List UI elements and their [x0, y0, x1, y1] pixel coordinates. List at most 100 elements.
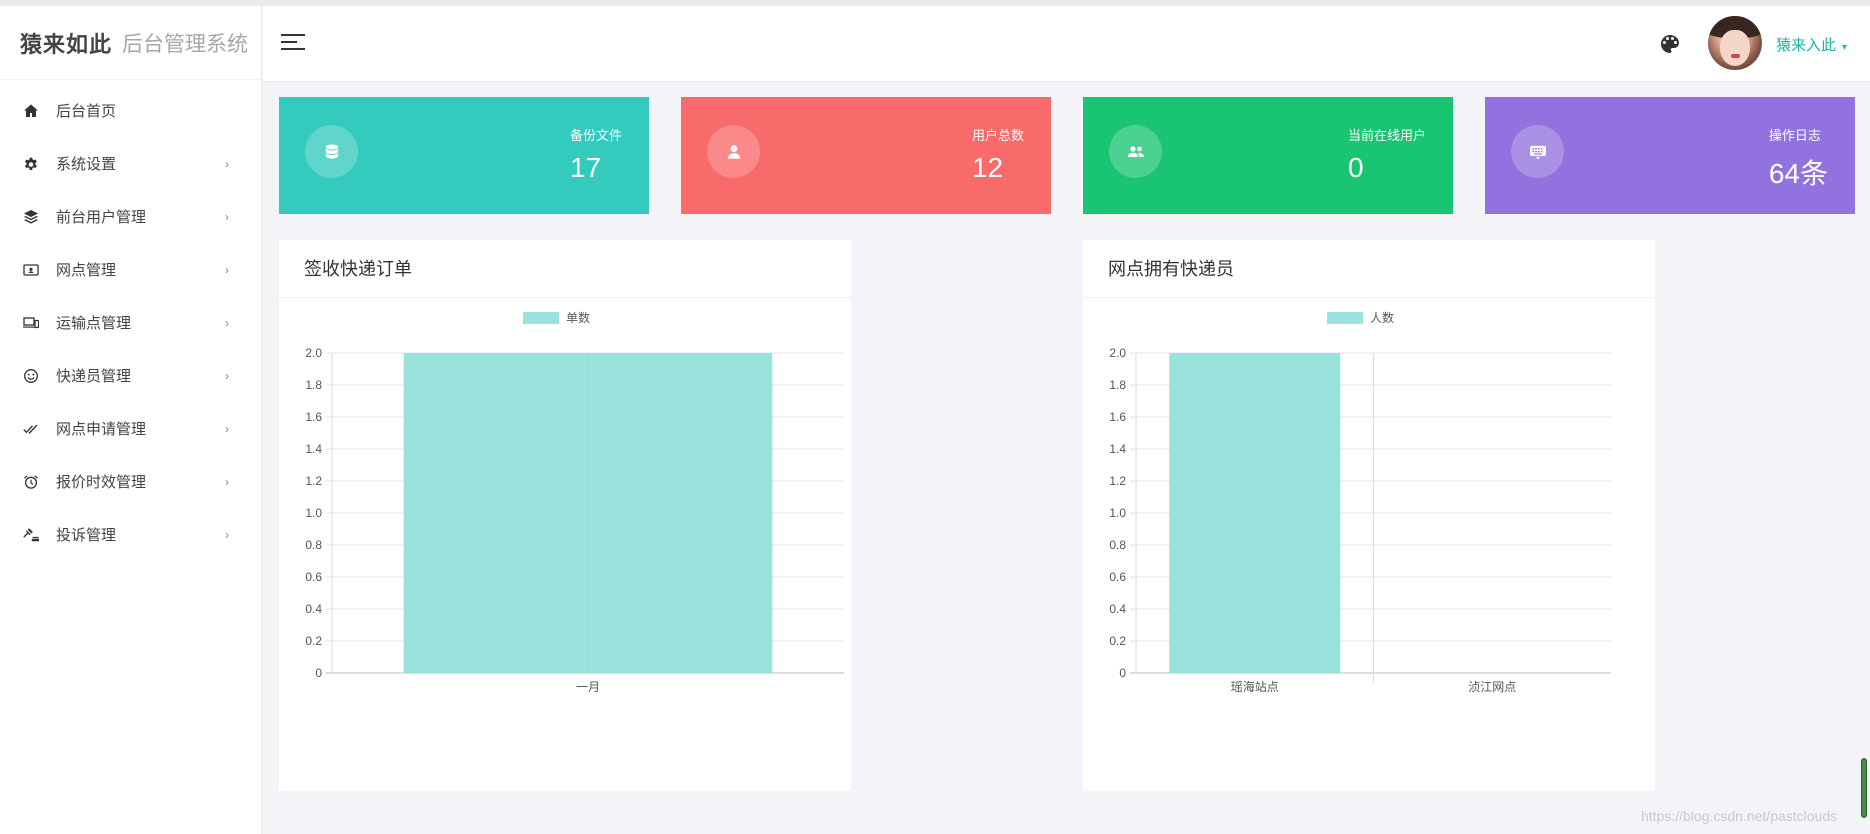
stat-value: 64条	[1768, 158, 1828, 189]
sidebar-item-label: 快递员管理	[56, 368, 132, 385]
chevron-right-icon: ›	[225, 209, 229, 224]
database-icon	[305, 125, 358, 178]
chevron-right-icon: ›	[225, 474, 229, 489]
sidebar-item-label: 报价时效管理	[56, 474, 147, 491]
y-tick-label: 0.8	[1109, 538, 1126, 552]
stat-card-operation-log[interactable]: 操作日志 64条	[1485, 97, 1855, 214]
stat-value: 0	[1347, 152, 1364, 183]
y-tick-label: 0.4	[1109, 602, 1126, 616]
y-tick-label: 0	[1119, 666, 1126, 680]
y-tick-label: 0.2	[305, 634, 322, 648]
y-tick-label: 1.2	[305, 474, 322, 488]
stat-label: 操作日志	[1768, 128, 1821, 143]
chevron-right-icon: ›	[225, 315, 229, 330]
sidebar-item-7[interactable]: 报价时效管理 ›	[0, 455, 261, 508]
legend-swatch	[1327, 312, 1363, 324]
chevron-right-icon: ›	[225, 421, 229, 436]
layers-icon	[22, 208, 40, 226]
sidebar: 猿来如此 后台管理系统 后台首页 系统设置 › 前台用户管理 › 网点管理 › 运输点管理 › 快…	[0, 6, 262, 834]
stat-card-online-users[interactable]: 当前在线用户 0	[1083, 97, 1453, 214]
y-tick-label: 1.2	[1109, 474, 1126, 488]
stat-label: 备份文件	[569, 128, 622, 143]
gavel-icon	[22, 526, 40, 544]
alarm-clock-icon	[22, 473, 40, 491]
user-dropdown[interactable]: 猿来入此 ▾	[1776, 34, 1847, 55]
avatar[interactable]	[1708, 16, 1762, 70]
smile-icon	[22, 367, 40, 385]
sidebar-menu: 后台首页系统设置 › 前台用户管理 › 网点管理 › 运输点管理 › 快递员管理 › 网点申请管理 ›…	[0, 80, 261, 561]
panel-title: 网点拥有快递员	[1083, 240, 1655, 298]
y-tick-label: 1.0	[1109, 506, 1126, 520]
chevron-right-icon: ›	[225, 368, 229, 383]
devices-icon	[22, 314, 40, 332]
y-tick-label: 1.8	[305, 378, 322, 392]
stat-value: 12	[971, 152, 1004, 183]
y-tick-label: 0	[315, 666, 322, 680]
brand[interactable]: 猿来如此 后台管理系统	[0, 6, 261, 80]
scrollbar-thumb[interactable]	[1861, 758, 1867, 818]
sidebar-item-3[interactable]: 网点管理 ›	[0, 243, 261, 296]
watermark: https://blog.csdn.net/pastclouds	[1641, 808, 1838, 824]
sidebar-item-label: 后台首页	[56, 103, 117, 120]
x-tick-label: 瑶海站点	[1231, 679, 1279, 694]
double-check-icon	[22, 420, 40, 438]
stat-value: 17	[569, 152, 602, 183]
panel-signed-orders: 签收快递订单 单数 0 0.2 0.4 0.6 0.8 1.0 1.2 1.4 1.6 1.8 2.0…	[279, 240, 851, 791]
sidebar-item-5[interactable]: 快递员管理 ›	[0, 349, 261, 402]
sidebar-item-0[interactable]: 后台首页	[0, 84, 261, 137]
y-tick-label: 1.0	[305, 506, 322, 520]
brand-system-name: 后台管理系统	[122, 32, 249, 56]
sidebar-item-label: 前台用户管理	[56, 209, 147, 226]
legend-label: 单数	[566, 310, 590, 325]
gear-icon	[22, 155, 40, 173]
x-tick-label: 浈江网点	[1468, 680, 1516, 694]
y-tick-label: 1.6	[305, 410, 322, 424]
y-tick-label: 1.4	[305, 442, 322, 456]
sidebar-item-6[interactable]: 网点申请管理 ›	[0, 402, 261, 455]
sidebar-item-label: 系统设置	[56, 156, 117, 173]
home-icon	[22, 102, 40, 120]
y-tick-label: 0.4	[305, 602, 322, 616]
stat-label: 当前在线用户	[1347, 128, 1426, 143]
bar	[1169, 353, 1341, 673]
x-tick-label: 一月	[576, 680, 600, 694]
y-tick-label: 2.0	[305, 346, 322, 360]
sidebar-item-1[interactable]: 系统设置 ›	[0, 137, 261, 190]
keyboard-icon	[1511, 125, 1564, 178]
panel-title: 签收快递订单	[279, 240, 851, 298]
y-tick-label: 2.0	[1109, 346, 1126, 360]
users-icon	[1109, 125, 1162, 178]
y-tick-label: 1.6	[1109, 410, 1126, 424]
sidebar-item-label: 投诉管理	[56, 527, 117, 544]
legend-label: 人数	[1370, 310, 1394, 325]
stat-card-total-users[interactable]: 用户总数 12	[681, 97, 1051, 214]
y-tick-label: 0.2	[1109, 634, 1126, 648]
brand-logo-text: 猿来如此	[20, 31, 113, 57]
stat-card-backup-files[interactable]: 备份文件 17	[279, 97, 649, 214]
sidebar-item-8[interactable]: 投诉管理 ›	[0, 508, 261, 561]
legend-swatch	[523, 312, 559, 324]
chevron-right-icon: ›	[225, 262, 229, 277]
stat-label: 用户总数	[971, 128, 1024, 143]
y-tick-label: 0.6	[305, 570, 322, 584]
palette-icon[interactable]	[1658, 32, 1682, 56]
top-header: 猿来入此 ▾	[263, 6, 1870, 82]
sidebar-item-4[interactable]: 运输点管理 ›	[0, 296, 261, 349]
y-tick-label: 0.8	[305, 538, 322, 552]
sidebar-item-label: 运输点管理	[56, 315, 132, 332]
caret-down-icon: ▾	[1842, 42, 1848, 53]
chevron-right-icon: ›	[225, 527, 229, 542]
chevron-right-icon: ›	[225, 156, 229, 171]
y-tick-label: 0.6	[1109, 570, 1126, 584]
y-tick-label: 1.4	[1109, 442, 1126, 456]
sidebar-item-label: 网点申请管理	[56, 421, 147, 438]
panel-couriers-per-outlet: 网点拥有快递员 人数 0 0.2 0.4 0.6 0.8 1.0 1.2 1.4 1.6 1.8 2.…	[1083, 240, 1655, 791]
y-tick-label: 1.8	[1109, 378, 1126, 392]
user-icon	[707, 125, 760, 178]
bar-chart-signed-orders: 单数 0 0.2 0.4 0.6 0.8 1.0 1.2 1.4 1.6 1.8 2.0 一月	[305, 310, 844, 694]
bar-chart-couriers-per-outlet: 人数 0 0.2 0.4 0.6 0.8 1.0 1.2 1.4 1.6 1.8 2.0 瑶海站点 浈江网…	[1109, 310, 1611, 694]
sidebar-item-label: 网点管理	[56, 262, 117, 279]
menu-toggle-icon[interactable]	[281, 34, 305, 54]
sidebar-item-2[interactable]: 前台用户管理 ›	[0, 190, 261, 243]
username-label: 猿来入此	[1776, 37, 1837, 54]
